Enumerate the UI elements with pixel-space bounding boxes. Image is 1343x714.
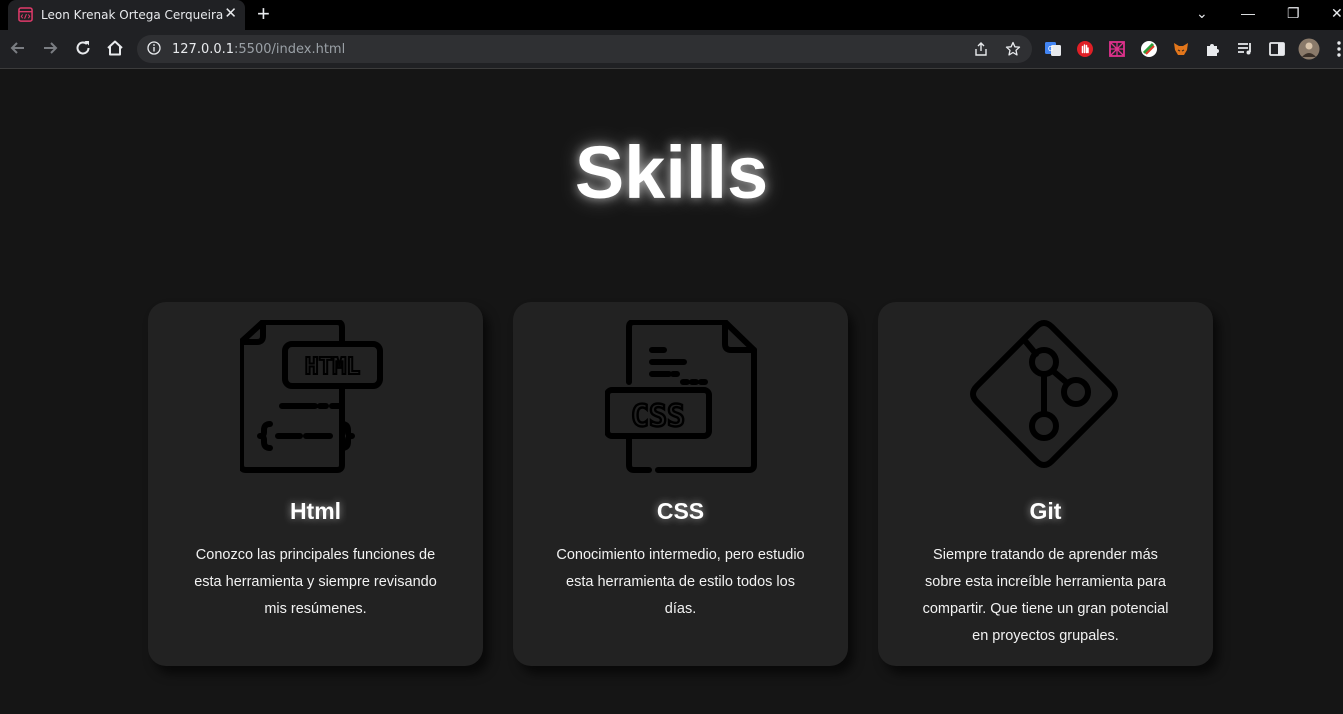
svg-text:CSS: CSS (631, 399, 685, 434)
tab-search-icon[interactable]: ⌄ (1196, 4, 1208, 22)
tab-title: Leon Krenak Ortega Cerqueira (41, 8, 224, 22)
browser-tab-strip: Leon Krenak Ortega Cerqueira ✕ + ⌄ — ❐ ✕ (0, 0, 1343, 30)
side-panel-icon[interactable] (1268, 40, 1286, 58)
skill-card-html: HTML Html Conozco las principales funcio… (148, 302, 483, 666)
browser-menu-icon[interactable] (1334, 40, 1343, 58)
adblock-extension-icon[interactable] (1076, 40, 1094, 58)
close-tab-icon[interactable]: ✕ (224, 5, 237, 23)
grid-extension-icon[interactable] (1108, 40, 1126, 58)
minimize-icon[interactable]: — (1241, 4, 1255, 22)
svg-text:G: G (1048, 46, 1053, 53)
restore-icon[interactable]: ❐ (1287, 4, 1300, 22)
page-title: Skills (574, 131, 769, 214)
reload-icon[interactable] (73, 38, 93, 58)
forward-icon[interactable] (40, 38, 60, 58)
skill-description: Conocimiento intermedio, pero estudio es… (556, 547, 805, 617)
profile-avatar-icon[interactable] (1298, 38, 1320, 60)
puzzle-extensions-icon[interactable] (1204, 40, 1222, 58)
media-queue-icon[interactable] (1236, 40, 1254, 58)
url-text: 127.0.0.1:5500/index.html (172, 42, 346, 57)
git-icon (970, 320, 1118, 468)
site-info-icon[interactable] (147, 41, 161, 55)
browser-toolbar: 127.0.0.1:5500/index.html G (0, 30, 1343, 69)
share-icon[interactable] (973, 41, 989, 57)
metamask-fox-icon[interactable] (1172, 40, 1190, 58)
html-file-icon: HTML (240, 320, 383, 473)
skill-card-git: Git Siempre tratando de aprender más sob… (878, 302, 1213, 666)
skill-card-css: CSS CSS Conocimiento intermedio, pero es… (513, 302, 848, 666)
skill-title: Git (1029, 498, 1062, 524)
new-tab-button[interactable]: + (257, 2, 270, 26)
close-window-icon[interactable]: ✕ (1331, 4, 1343, 22)
color-extension-icon[interactable] (1140, 40, 1158, 58)
back-icon[interactable] (8, 38, 28, 58)
bookmark-star-icon[interactable] (1005, 41, 1021, 57)
skill-title: Html (289, 498, 342, 524)
skill-description: Conozco las principales funciones de est… (194, 547, 437, 617)
translate-extension-icon[interactable]: G (1044, 40, 1062, 58)
skill-description: Siempre tratando de aprender más sobre e… (922, 547, 1169, 644)
svg-text:HTML: HTML (305, 354, 360, 380)
skill-title: CSS (656, 498, 705, 524)
browser-tab[interactable]: Leon Krenak Ortega Cerqueira ✕ (8, 0, 245, 30)
address-bar[interactable]: 127.0.0.1:5500/index.html (137, 35, 1032, 63)
code-file-icon (18, 7, 33, 22)
css-file-icon: CSS (605, 320, 757, 473)
home-icon[interactable] (105, 38, 125, 58)
